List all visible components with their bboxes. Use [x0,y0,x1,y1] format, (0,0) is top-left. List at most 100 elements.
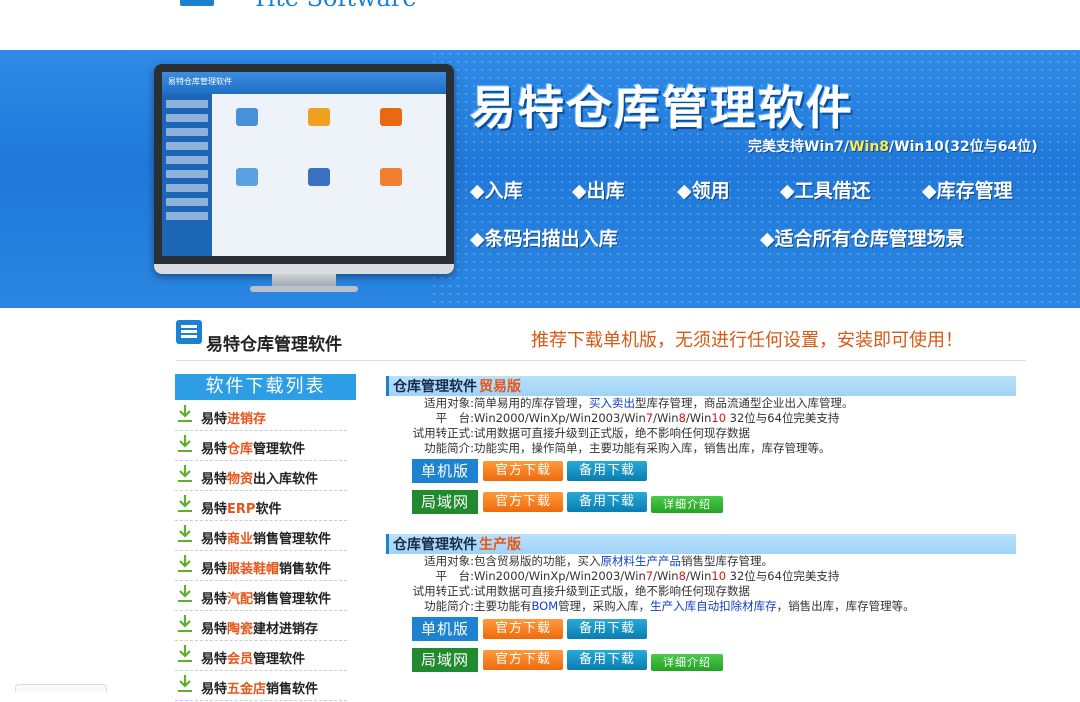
trial-row: 试用转正式:试用数据可直接升级到正式版，绝不影响任何现存数据 [386,584,1016,599]
screen-titlebar: 易特仓库管理软件 [162,72,446,94]
monitor-foot [250,286,358,292]
official-download-button[interactable]: 官方下载 [483,619,563,639]
download-item-label[interactable]: 易特商业销售管理软件 [201,528,331,547]
target-link[interactable]: 原材料生产产品 [601,554,682,568]
platform-row: 平 台:Win2000/WinXp/Win2003/Win7/Win8/Win1… [386,569,1016,584]
download-list-item[interactable]: 易特进销存 [175,402,347,431]
label-suffix: 出入库软件 [253,472,319,487]
screen-app-icon [308,168,330,186]
download-list-item[interactable]: 易特五金店销售软件 [175,672,347,701]
label-highlight: 进销存 [227,412,267,427]
download-list: 易特进销存 易特仓库管理软件 易特物资出入库软件 易特ERP软件 易特商业销售管理软件易… [175,402,347,702]
platform-text: /Win [685,411,712,425]
function-row: 功能简介:主要功能有BOM管理，采购入库，生产入库自动扣除材库存，销售出库，库存… [386,599,1016,614]
single-version-row: 单机版 官方下载 备用下载 [386,615,1016,645]
monitor-chin [154,264,454,274]
download-list-header: 软件下载列表 [175,374,356,400]
download-item-label[interactable]: 易特服装鞋帽销售软件 [201,558,331,577]
download-item-label[interactable]: 易特仓库管理软件 [201,438,305,457]
product-name: 仓库管理软件 [393,537,477,553]
product-trade-edition: 仓库管理软件 贸易版 适用对象:简单易用的库存管理，买入卖出型库存管理，商品流通型企… [386,376,1016,518]
monitor-illustration: 易特仓库管理软件 [154,64,454,292]
download-list-item[interactable]: 易特陶瓷建材进销存 [175,612,347,641]
support-prefix: 完美支持 [748,139,804,155]
screen-title: 易特仓库管理软件 [168,77,232,86]
official-download-button[interactable]: 官方下载 [483,650,563,670]
download-list-item[interactable]: 易特商业销售管理软件 [175,522,347,551]
details-button[interactable]: 详细介绍 [651,654,723,671]
platform-win8: 8 [678,569,686,583]
support-win7: Win7 [804,139,844,155]
download-item-label[interactable]: 易特五金店销售软件 [201,678,318,697]
platform-win7: 7 [645,411,654,425]
download-list-item[interactable]: 易特汽配销售管理软件 [175,582,347,611]
monitor-screen: 易特仓库管理软件 [162,72,446,256]
platform-win10: 10 [711,411,727,425]
download-arrow-icon [178,645,192,662]
logo-strip: Yite Software [0,0,1080,50]
feature-stock-management: ◆库存管理 [922,180,1013,202]
backup-download-button[interactable]: 备用下载 [567,492,647,512]
label-suffix: 建材进销存 [253,622,319,637]
download-list-item[interactable]: 易特仓库管理软件 [175,432,347,461]
platform-text: Win2000/WinXp/Win2003/Win [474,569,646,583]
target-label: 适用对象: [424,396,474,410]
function-row: 功能简介:功能实用，操作简单，主要功能有采购入库，销售出库，库存管理等。 [386,441,1016,456]
logo-text[interactable]: Yite Software [252,0,417,12]
target-label: 适用对象: [424,554,474,568]
download-item-label[interactable]: 易特物资出入库软件 [201,468,318,487]
platform-label: 平 台: [435,411,474,425]
download-list-item[interactable]: 易特服装鞋帽销售软件 [175,552,347,581]
support-win10: Win10 [894,139,944,155]
platform-win10: 10 [711,569,727,583]
label-suffix: 管理软件 [253,442,306,457]
product-edition: 贸易版 [479,379,521,395]
platform-bits: 32位与64位完美支持 [726,411,840,425]
download-item-label[interactable]: 易特汽配销售管理软件 [201,588,331,607]
download-arrow-icon [178,405,192,422]
section-title: 易特仓库管理软件 [206,335,342,355]
support-win8: Win8 [849,139,890,155]
section-slogan: 推荐下载单机版，无须进行任何设置，安装即可使用！ [531,330,963,351]
lan-version-tag: 局域网 [412,490,478,514]
download-list-item[interactable]: 易特ERP软件 [175,492,347,521]
function-link[interactable]: BOM [532,599,559,613]
download-list-item[interactable]: 易特物资出入库软件 [175,462,347,491]
product-name: 仓库管理软件 [393,379,477,395]
section-header: 易特仓库管理软件 推荐下载单机版，无须进行任何设置，安装即可使用！ [176,318,1026,361]
platform-text: /Win [685,569,712,583]
download-item-label[interactable]: 易特陶瓷建材进销存 [201,618,318,637]
platform-row: 平 台:Win2000/WinXp/Win2003/Win7/Win8/Win1… [386,411,1016,426]
label-highlight: 物资 [227,472,254,487]
backup-download-button[interactable]: 备用下载 [567,650,647,670]
download-item-label[interactable]: 易特ERP软件 [201,498,281,517]
logo-icon[interactable] [180,0,214,6]
label-prefix: 易特 [201,412,228,427]
single-version-tag: 单机版 [412,459,478,483]
function-text: 功能实用，操作简单，主要功能有采购入库，销售出库，库存管理等。 [474,441,831,455]
details-button[interactable]: 详细介绍 [651,496,723,513]
label-highlight: 服装鞋帽 [227,562,280,577]
screen-sidebar [162,94,212,256]
label-suffix: 管理软件 [253,652,306,667]
label-highlight: 仓库 [227,442,254,457]
download-item-label[interactable]: 易特会员管理软件 [201,648,305,667]
target-link[interactable]: 买入卖出 [589,396,635,410]
function-link[interactable]: 生产入库自动扣除材库存 [650,599,777,613]
backup-download-button[interactable]: 备用下载 [567,461,647,481]
screen-app-icon [380,108,402,126]
download-list-item[interactable]: 易特会员管理软件 [175,642,347,671]
download-arrow-icon [178,525,192,542]
trial-text: 试用数据可直接升级到正式版，绝不影响任何现存数据 [474,426,750,440]
download-item-label[interactable]: 易特进销存 [201,408,266,427]
feature-outbound: ◆出库 [572,180,625,202]
platform-win7: 7 [645,569,654,583]
platform-bits: 32位与64位完美支持 [726,569,840,583]
label-suffix: 销售软件 [266,682,319,697]
official-download-button[interactable]: 官方下载 [483,492,563,512]
platform-text: Win2000/WinXp/Win2003/Win [474,411,646,425]
platform-text: /Win [653,411,679,425]
download-arrow-icon [178,675,192,692]
official-download-button[interactable]: 官方下载 [483,461,563,481]
backup-download-button[interactable]: 备用下载 [567,619,647,639]
